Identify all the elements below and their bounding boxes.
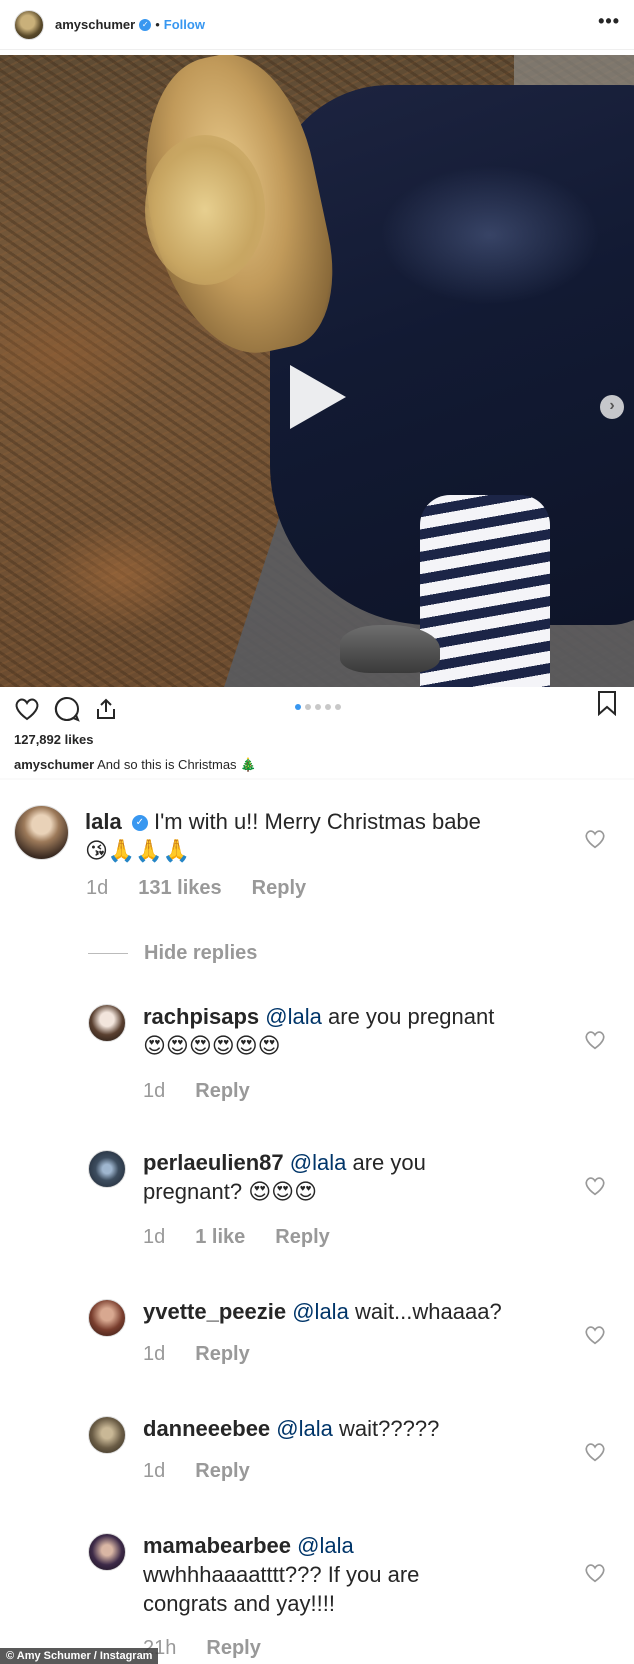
reply-button[interactable]: Reply [195, 1343, 249, 1366]
comment-body: I'm with u!! Merry Christmas babe [153, 809, 481, 834]
caption-username[interactable]: amyschumer [14, 757, 94, 772]
share-icon[interactable] [94, 697, 118, 721]
reply-button[interactable]: Reply [195, 1460, 249, 1483]
image-credit: © Amy Schumer / Instagram [0, 1648, 159, 1664]
carousel-dot [305, 704, 311, 710]
heart-icon[interactable] [584, 1030, 606, 1055]
post-author-avatar[interactable] [14, 9, 44, 40]
hide-replies-label[interactable]: Hide replies [144, 942, 257, 965]
heart-icon[interactable] [584, 1563, 606, 1588]
heart-icon[interactable] [584, 829, 606, 854]
mention-link[interactable]: @lala [276, 1416, 333, 1441]
comment-time: 1d [143, 1460, 166, 1482]
post-caption: amyschumer And so this is Christmas 🎄 [14, 757, 256, 773]
comment-text: yvette_peezie @lala wait...whaaaa? [143, 1297, 573, 1326]
mention-link[interactable]: @lala [265, 1004, 322, 1029]
verified-badge-icon: ✓ [131, 815, 148, 832]
bookmark-icon[interactable] [596, 690, 618, 721]
comment-body: wait????? [339, 1416, 440, 1441]
carousel-indicator [295, 704, 341, 710]
comment-body: are you pregnant [328, 1004, 495, 1029]
heart-icon[interactable] [584, 1176, 606, 1201]
hide-replies-button[interactable]: Hide replies [88, 942, 257, 965]
comment-time: 1d [143, 1343, 166, 1365]
likes-count[interactable]: 127,892 likes [14, 732, 94, 747]
avatar[interactable] [88, 1150, 126, 1188]
comment-meta: 1d Reply [143, 1460, 250, 1483]
comment-text: lala ✓ I'm with u!! Merry Christmas babe… [85, 807, 555, 866]
reply-button[interactable]: Reply [252, 877, 306, 900]
carousel-dot [315, 704, 321, 710]
play-icon[interactable] [290, 365, 346, 429]
next-arrow-icon[interactable]: › [600, 395, 624, 419]
heart-icon[interactable] [14, 697, 40, 721]
comment-time: 1d [143, 1226, 166, 1248]
comment-meta: 1d Reply [143, 1343, 250, 1366]
comment-text: mamabearbee @lala wwhhhaaaatttt??? If yo… [143, 1531, 573, 1618]
comment-meta: 1d Reply [143, 1080, 250, 1103]
more-options-icon[interactable]: ••• [598, 12, 620, 38]
caption-text: And so this is Christmas 🎄 [97, 757, 257, 772]
comment-username[interactable]: rachpisaps [143, 1004, 259, 1029]
carousel-dot [325, 704, 331, 710]
comment-meta: 1d 1 like Reply [143, 1226, 330, 1249]
reply-button[interactable]: Reply [195, 1080, 249, 1103]
carousel-dot [335, 704, 341, 710]
post-header: amyschumer ✓ • Follow ••• [0, 0, 634, 50]
reply-button[interactable]: Reply [275, 1226, 329, 1249]
mention-link[interactable]: @lala [292, 1299, 349, 1324]
comment-meta: 21h Reply [143, 1637, 261, 1660]
avatar[interactable] [88, 1004, 126, 1042]
mention-link[interactable]: @lala [290, 1150, 347, 1175]
comment-username[interactable]: yvette_peezie [143, 1299, 286, 1324]
post-video[interactable]: › [0, 55, 634, 687]
comment-time: 1d [143, 1080, 166, 1102]
comment-body: wait...whaaaa? [354, 1299, 502, 1324]
comment-username[interactable]: danneeebee [143, 1416, 270, 1441]
heart-icon[interactable] [584, 1325, 606, 1350]
comment-body: wwhhhaaaatttt??? If you are [143, 1562, 420, 1587]
verified-badge-icon: ✓ [139, 18, 152, 31]
comment-username[interactable]: lala [85, 809, 122, 834]
comment-likes[interactable]: 131 likes [138, 877, 221, 900]
mention-link[interactable]: @lala [297, 1533, 354, 1558]
post-author-username[interactable]: amyschumer [55, 17, 135, 32]
heart-icon[interactable] [584, 1442, 606, 1467]
avatar[interactable] [88, 1299, 126, 1337]
comment-username[interactable]: perlaeulien87 [143, 1150, 284, 1175]
comment-body-line2: pregnant? 😍😍😍 [143, 1179, 318, 1204]
avatar[interactable] [88, 1416, 126, 1454]
reply-button[interactable]: Reply [206, 1637, 260, 1660]
comment-body-line3: congrats and yay!!!! [143, 1591, 335, 1616]
comment-text: perlaeulien87 @lala are you pregnant? 😍😍… [143, 1148, 573, 1206]
comment-icon[interactable] [54, 696, 80, 722]
comment-text: danneeebee @lala wait????? [143, 1414, 573, 1443]
comment-emoji: 😍😍😍😍😍😍 [143, 1034, 281, 1059]
comment-likes[interactable]: 1 like [195, 1226, 245, 1249]
avatar[interactable] [88, 1533, 126, 1571]
follow-button[interactable]: Follow [164, 17, 205, 32]
carousel-dot [295, 704, 301, 710]
comment-body: are you [352, 1150, 426, 1175]
separator-dot: • [155, 17, 160, 32]
comment-meta: 1d 131 likes Reply [86, 877, 306, 900]
comment-username[interactable]: mamabearbee [143, 1533, 291, 1558]
comment-text: rachpisaps @lala are you pregnant 😍😍😍😍😍😍 [143, 1002, 573, 1061]
comment-emoji: 😘🙏🙏🙏 [85, 839, 191, 864]
comment-time: 1d [86, 877, 109, 899]
avatar[interactable] [14, 805, 69, 860]
